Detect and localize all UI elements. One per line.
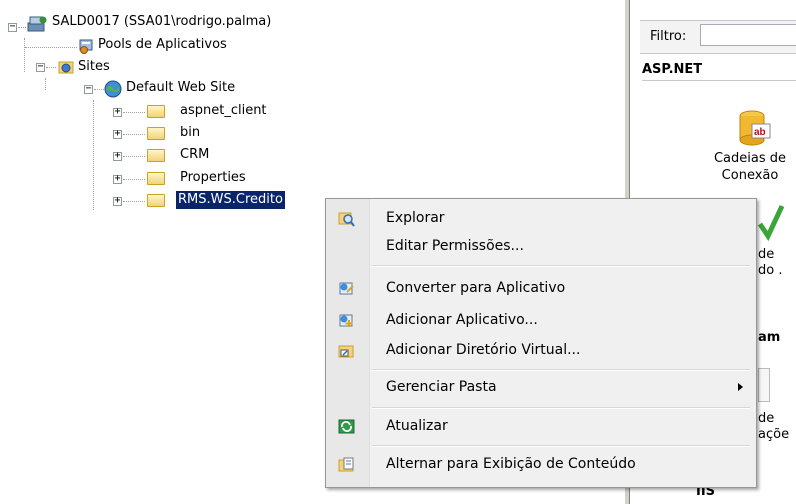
tree-line: [46, 67, 56, 68]
globe-icon: [104, 80, 122, 98]
refresh-icon: [338, 419, 355, 434]
menu-item-label: Gerenciar Pasta: [386, 379, 497, 395]
folder-icon: [147, 105, 165, 118]
filter-input[interactable]: [700, 24, 796, 46]
submenu-arrow-icon: [738, 383, 743, 391]
menu-item-label: Explorar: [386, 210, 445, 226]
connection-strings-icon[interactable]: ab: [736, 108, 772, 148]
menu-separator: [372, 265, 750, 267]
folder-icon: [147, 172, 165, 185]
feature-partial-label: açõe: [758, 427, 790, 442]
context-menu: Explorar Editar Permissões... Converter …: [325, 198, 757, 488]
expand-folder-toggle[interactable]: +: [113, 174, 122, 184]
tree-node-folder[interactable]: aspnet_client: [178, 102, 269, 120]
folder-icon: [147, 194, 165, 207]
section-header-aspnet: ASP.NET: [642, 62, 796, 81]
menu-item-manage-folder[interactable]: Gerenciar Pasta: [328, 374, 754, 401]
feature-connection-strings[interactable]: Cadeias de Conexão: [700, 150, 796, 184]
menu-item-content-view[interactable]: Alternar para Exibição de Conteúdo: [328, 451, 754, 478]
menu-item-label: Adicionar Diretório Virtual...: [386, 342, 581, 358]
tree-line: [45, 78, 46, 90]
section-header-partial: am: [758, 330, 781, 345]
menu-item-label: Adicionar Aplicativo...: [386, 312, 538, 328]
tree-line: [123, 112, 145, 113]
menu-item-label: Editar Permissões...: [386, 238, 524, 254]
menu-item-label: Alternar para Exibição de Conteúdo: [386, 456, 636, 472]
add-app-icon: [339, 314, 353, 327]
feature-partial-label: de: [758, 247, 775, 262]
connection-strings-icon-text: ab: [754, 127, 766, 138]
collapse-default-site-toggle[interactable]: −: [84, 84, 93, 94]
convert-app-icon: [339, 282, 354, 295]
tree-node-default-site[interactable]: Default Web Site: [124, 79, 237, 97]
expand-folder-toggle[interactable]: +: [113, 107, 122, 117]
menu-item-label: Atualizar: [386, 418, 448, 434]
feature-label-line: Conexão: [721, 168, 779, 183]
tree-line: [25, 47, 77, 48]
expand-folder-toggle[interactable]: +: [113, 129, 122, 139]
tree-line: [123, 134, 145, 135]
tree-line: [93, 100, 94, 210]
server-icon: [27, 16, 47, 32]
filter-bar: Filtro:: [640, 20, 796, 54]
explore-icon: [338, 212, 355, 227]
menu-separator: [372, 445, 750, 447]
tree-line: [24, 38, 25, 72]
tree-node-app-pools[interactable]: Pools de Aplicativos: [96, 36, 229, 54]
folder-icon: [147, 127, 165, 140]
tree-node-folder[interactable]: Properties: [178, 169, 248, 187]
sites-folder-icon: [58, 61, 74, 74]
menu-item-explorar[interactable]: Explorar: [328, 205, 754, 232]
menu-item-refresh[interactable]: Atualizar: [328, 413, 754, 440]
menu-item-add-virtual-dir[interactable]: Adicionar Diretório Virtual...: [328, 337, 754, 364]
menu-separator: [372, 407, 750, 409]
folder-icon: [147, 149, 165, 162]
menu-item-edit-permissions[interactable]: Editar Permissões...: [328, 233, 754, 260]
tree-node-sites[interactable]: Sites: [76, 58, 112, 76]
collapse-sites-toggle[interactable]: −: [36, 62, 45, 72]
app-pools-icon: [79, 39, 93, 54]
feature-label-line: Cadeias de: [713, 151, 787, 166]
tree-node-folder[interactable]: CRM: [178, 146, 211, 164]
tree-line: [123, 201, 145, 202]
tree-node-folder[interactable]: bin: [178, 124, 202, 142]
expand-folder-toggle[interactable]: +: [113, 151, 122, 161]
menu-item-label: Converter para Aplicativo: [386, 280, 566, 296]
tree-line: [123, 179, 145, 180]
feature-partial-icon[interactable]: [758, 368, 770, 402]
add-virtual-dir-icon: [338, 345, 354, 358]
collapse-server-toggle[interactable]: −: [8, 22, 17, 32]
menu-item-convert-app[interactable]: Converter para Aplicativo: [328, 275, 754, 302]
feature-partial-label: do .: [758, 263, 783, 278]
menu-item-add-app[interactable]: Adicionar Aplicativo...: [328, 307, 754, 334]
tree-node-server[interactable]: SALD0017 (SSA01\rodrigo.palma): [50, 13, 273, 31]
feature-check-icon[interactable]: [758, 202, 784, 242]
tree-line: [94, 89, 104, 90]
tree-node-folder-selected[interactable]: RMS.WS.Credito: [176, 191, 285, 209]
menu-separator: [372, 369, 750, 371]
tree-line: [18, 27, 26, 28]
expand-folder-toggle[interactable]: +: [113, 196, 122, 206]
filter-label: Filtro:: [650, 29, 687, 44]
content-view-icon: [338, 457, 354, 472]
tree-line: [123, 156, 145, 157]
feature-partial-label: de: [758, 411, 775, 426]
